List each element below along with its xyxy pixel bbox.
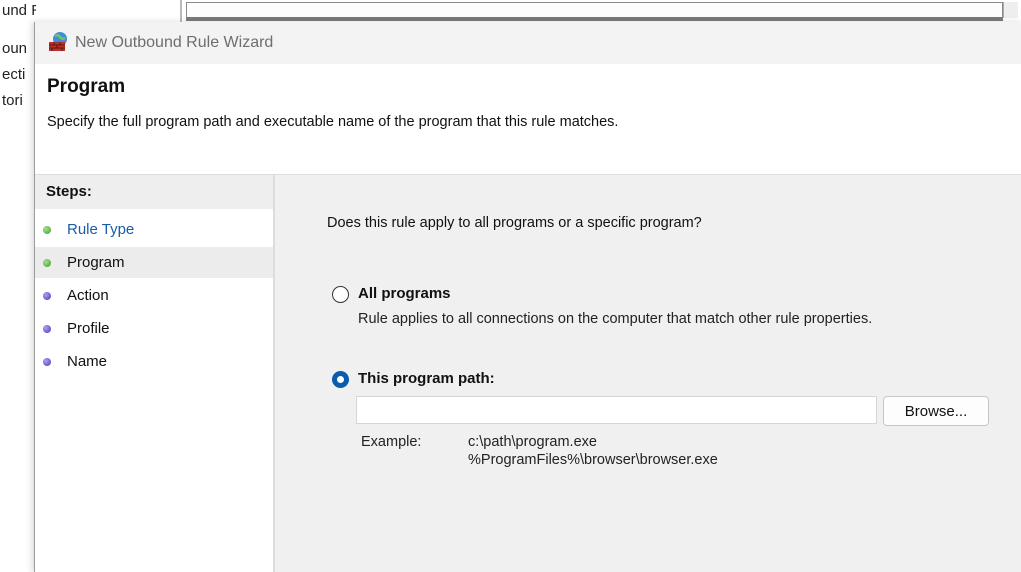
step-rule-type[interactable]: Rule Type xyxy=(35,214,273,245)
window-title: New Outbound Rule Wizard xyxy=(75,34,274,51)
step-pending-icon xyxy=(43,358,51,366)
list-column-header xyxy=(186,2,1003,21)
example-label: Example: xyxy=(361,434,422,450)
scope-question: Does this rule apply to all programs or … xyxy=(327,215,702,231)
console-tree-item[interactable]: und Rules xyxy=(2,2,36,19)
all-programs-radio[interactable] xyxy=(332,286,349,303)
console-tree-item[interactable]: tori xyxy=(2,92,23,109)
console-tree: und Rules oun ecti tori xyxy=(0,0,36,572)
browse-button[interactable]: Browse... xyxy=(883,396,989,426)
step-program[interactable]: Program xyxy=(35,247,273,278)
title-bar[interactable]: New Outbound Rule Wizard xyxy=(35,22,1021,64)
step-label[interactable]: Rule Type xyxy=(67,221,134,238)
all-programs-label[interactable]: All programs xyxy=(358,285,451,302)
page-description: Specify the full program path and execut… xyxy=(47,114,619,130)
step-complete-icon xyxy=(43,226,51,234)
step-label: Program xyxy=(67,254,125,271)
firewall-icon xyxy=(47,31,71,53)
wizard-content: Does this rule apply to all programs or … xyxy=(275,175,1021,572)
pane-splitter[interactable] xyxy=(180,0,182,22)
step-profile: Profile xyxy=(35,313,273,344)
example-path: c:\path\program.exe xyxy=(468,434,597,450)
step-label: Profile xyxy=(67,320,110,337)
step-pending-icon xyxy=(43,292,51,300)
console-tree-item[interactable]: oun xyxy=(2,40,27,57)
step-pending-icon xyxy=(43,325,51,333)
step-label: Name xyxy=(67,353,108,370)
steps-heading-label: Steps: xyxy=(46,183,92,200)
program-path-label[interactable]: This program path: xyxy=(358,370,495,387)
step-action: Action xyxy=(35,280,273,311)
step-complete-icon xyxy=(43,259,51,267)
all-programs-description: Rule applies to all connections on the c… xyxy=(358,311,873,327)
example-path: %ProgramFiles%\browser\browser.exe xyxy=(468,452,718,468)
steps-pane: Steps: Rule Type Program Action Profile … xyxy=(35,175,275,572)
console-tree-item[interactable]: ecti xyxy=(2,66,25,83)
step-name: Name xyxy=(35,346,273,377)
steps-heading: Steps: xyxy=(35,175,273,209)
page-title: Program xyxy=(47,76,126,97)
wizard-header: Program Specify the full program path an… xyxy=(35,64,1021,175)
scrollbar[interactable] xyxy=(1003,2,1018,18)
program-path-radio[interactable] xyxy=(332,371,349,388)
outbound-rule-wizard: New Outbound Rule Wizard Program Specify… xyxy=(34,22,1021,572)
program-path-input[interactable] xyxy=(356,396,877,424)
step-label: Action xyxy=(67,287,109,304)
